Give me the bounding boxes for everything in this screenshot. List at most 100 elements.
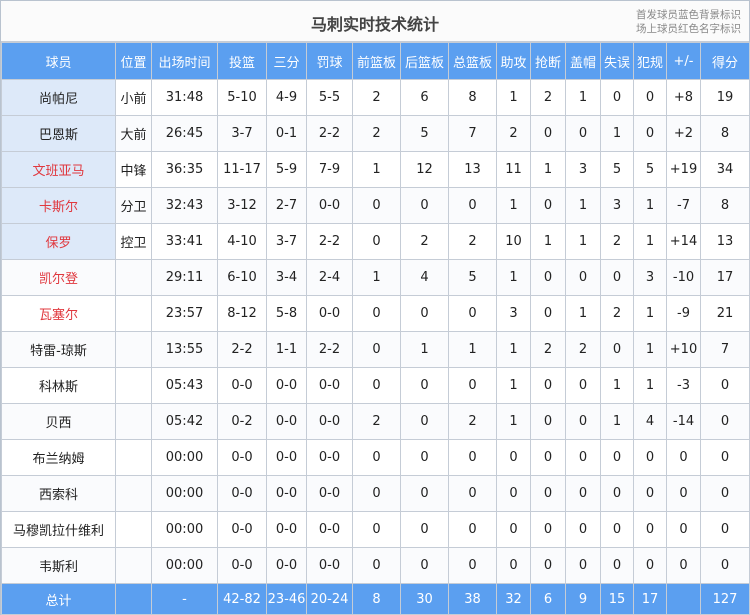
cell-blocks: 0 [565,439,601,476]
player-name[interactable]: 保罗 [1,223,116,260]
total-steals: 6 [530,583,566,615]
column-header-assists[interactable]: 助攻 [496,42,531,80]
player-name[interactable]: 贝西 [1,403,116,440]
cell-steals: 0 [530,115,566,152]
player-name[interactable]: 特雷-琼斯 [1,331,116,368]
player-name[interactable]: 韦斯利 [1,547,116,584]
cell-assists: 0 [496,547,531,584]
total-offensive-rebounds: 8 [352,583,401,615]
table-row[interactable]: 西索科 00:00 0-0 0-0 0-0 0 0 0 0 0 0 0 0 0 0 [1,475,750,512]
cell-turnovers: 2 [600,295,634,332]
cell-position [115,439,152,476]
cell-steals: 0 [530,295,566,332]
cell-fouls: 0 [633,511,667,548]
cell-turnovers: 0 [600,475,634,512]
cell-defensive-rebounds: 2 [400,223,449,260]
table-row[interactable]: 布兰纳姆 00:00 0-0 0-0 0-0 0 0 0 0 0 0 0 0 0 0 [1,439,750,476]
column-header-points[interactable]: 得分 [700,42,750,80]
stats-panel: 马刺实时技术统计 首发球员蓝色背景标识 场上球员红色名字标识 球员 位置 出场时间投… [0,0,750,615]
cell-steals: 1 [530,223,566,260]
cell-steals: 0 [530,439,566,476]
player-name[interactable]: 瓦塞尔 [1,295,116,332]
cell-fouls: 1 [633,295,667,332]
cell-points: 0 [700,367,750,404]
cell-total-rebounds: 0 [448,547,497,584]
column-header-turnovers[interactable]: 失误 [600,42,634,80]
cell-turnovers: 0 [600,79,634,116]
cell-total-rebounds: 0 [448,367,497,404]
cell-defensive-rebounds: 6 [400,79,449,116]
cell-plus-minus: -14 [666,403,701,440]
total-turnovers: 15 [600,583,634,615]
table-row[interactable]: 科林斯 05:43 0-0 0-0 0-0 0 0 0 1 0 0 1 1 -3 0 [1,367,750,404]
column-header-minutes[interactable]: 出场时间 [151,42,218,80]
cell-defensive-rebounds: 4 [400,259,449,296]
player-name[interactable]: 西索科 [1,475,116,512]
column-header-fouls[interactable]: 犯规 [633,42,667,80]
cell-defensive-rebounds: 0 [400,187,449,224]
cell-assists: 3 [496,295,531,332]
cell-steals: 0 [530,547,566,584]
table-body: 尚帕尼 小前 31:48 5-10 4-9 5-5 2 6 8 1 2 1 0 0 +8 19 巴恩斯 大前 26:… [1,79,750,584]
table-header: 球员 位置 出场时间 投篮 三分 罚球 前篮板 后篮板 总篮板 助攻 抢断 盖帽 失误 犯规 +/- 得分 [1,42,750,80]
cell-field-goals: 2-2 [217,331,267,368]
player-name[interactable]: 马穆凯拉什维利 [1,511,116,548]
cell-minutes: 05:43 [151,367,218,404]
cell-fouls: 0 [633,79,667,116]
table-row[interactable]: 特雷-琼斯 13:55 2-2 1-1 2-2 0 1 1 1 2 2 0 1 +10 7 [1,331,750,368]
cell-offensive-rebounds: 0 [352,187,401,224]
cell-three-pointers: 0-0 [266,475,307,512]
player-name[interactable]: 科林斯 [1,367,116,404]
player-name[interactable]: 尚帕尼 [1,79,116,116]
cell-steals: 0 [530,187,566,224]
cell-minutes: 00:00 [151,547,218,584]
column-header-three-pointers[interactable]: 三分 [266,42,307,80]
total-three-pointers: 23-46 [266,583,307,615]
stats-table: 球员 位置 出场时间 投篮 三分 罚球 前篮板 后篮板 总篮板 助攻 抢断 盖帽 失误 犯规 +/- 得分 尚… [1,42,750,615]
cell-minutes: 00:00 [151,475,218,512]
column-header-plus-minus[interactable]: +/- [666,42,701,80]
cell-field-goals: 8-12 [217,295,267,332]
column-header-steals[interactable]: 抢断 [530,42,566,80]
column-header-field-goals[interactable]: 投篮 [217,42,267,80]
table-row[interactable]: 保罗 控卫 33:41 4-10 3-7 2-2 0 2 2 10 1 1 2 1 +14 13 [1,223,750,260]
column-header-blocks[interactable]: 盖帽 [565,42,601,80]
player-name[interactable]: 巴恩斯 [1,115,116,152]
player-name[interactable]: 卡斯尔 [1,187,116,224]
cell-points: 0 [700,511,750,548]
column-header-total-rebounds[interactable]: 总篮板 [448,42,497,80]
table-row[interactable]: 巴恩斯 大前 26:45 3-7 0-1 2-2 2 5 7 2 0 0 1 0 +2 8 [1,115,750,152]
column-header-position[interactable]: 位置 [115,42,152,80]
cell-minutes: 36:35 [151,151,218,188]
total-points: 127 [700,583,750,615]
table-row[interactable]: 凯尔登 29:11 6-10 3-4 2-4 1 4 5 1 0 0 0 3 -10 17 [1,259,750,296]
column-header-defensive-rebounds[interactable]: 后篮板 [400,42,449,80]
cell-assists: 1 [496,367,531,404]
column-header-offensive-rebounds[interactable]: 前篮板 [352,42,401,80]
player-name[interactable]: 文班亚马 [1,151,116,188]
table-row[interactable]: 文班亚马 中锋 36:35 11-17 5-9 7-9 1 12 13 11 1 3 5 5 +19 34 [1,151,750,188]
cell-points: 8 [700,187,750,224]
column-header-free-throws[interactable]: 罚球 [306,42,353,80]
cell-points: 17 [700,259,750,296]
table-row[interactable]: 瓦塞尔 23:57 8-12 5-8 0-0 0 0 0 3 0 1 2 1 -9 21 [1,295,750,332]
cell-plus-minus: 0 [666,511,701,548]
cell-field-goals: 0-0 [217,511,267,548]
column-header-player[interactable]: 球员 [1,42,116,80]
table-row[interactable]: 马穆凯拉什维利 00:00 0-0 0-0 0-0 0 0 0 0 0 0 0 0 0 0 [1,511,750,548]
cell-blocks: 0 [565,475,601,512]
cell-three-pointers: 0-0 [266,367,307,404]
cell-assists: 1 [496,79,531,116]
player-name[interactable]: 布兰纳姆 [1,439,116,476]
totals-label: 总计 [1,583,116,615]
cell-field-goals: 3-12 [217,187,267,224]
cell-free-throws: 0-0 [306,187,353,224]
cell-turnovers: 0 [600,547,634,584]
table-row[interactable]: 尚帕尼 小前 31:48 5-10 4-9 5-5 2 6 8 1 2 1 0 0 +8 19 [1,79,750,116]
cell-free-throws: 0-0 [306,547,353,584]
table-row[interactable]: 韦斯利 00:00 0-0 0-0 0-0 0 0 0 0 0 0 0 0 0 0 [1,547,750,584]
player-name[interactable]: 凯尔登 [1,259,116,296]
table-row[interactable]: 贝西 05:42 0-2 0-0 0-0 2 0 2 1 0 0 1 4 -14 0 [1,403,750,440]
cell-total-rebounds: 0 [448,511,497,548]
table-row[interactable]: 卡斯尔 分卫 32:43 3-12 2-7 0-0 0 0 0 1 0 1 3 1 -7 8 [1,187,750,224]
